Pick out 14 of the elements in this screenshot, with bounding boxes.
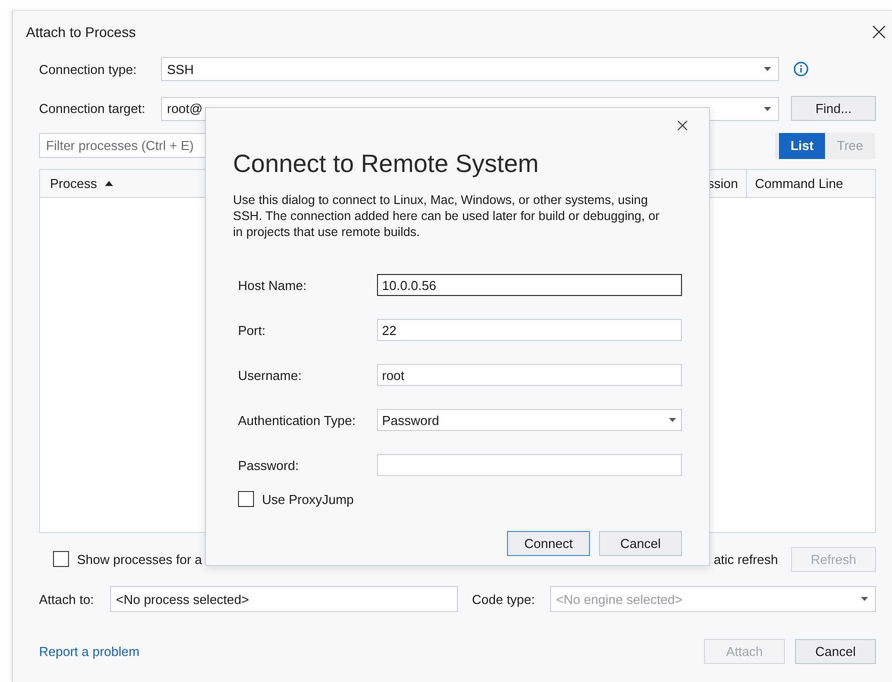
field-label: Password: [238, 458, 300, 472]
checkbox-label: Use ProxyJump [262, 492, 354, 506]
modal-description: Use this dialog to connect to Linux, Mac, Windows, or other systems, using SSH. The connection added here can be used later for build or debugging, or in projects that use remote builds. [233, 192, 660, 240]
field-label: Authentication Type: [238, 412, 357, 428]
field-label: Port: [238, 322, 266, 338]
window-title: Attach to Process [26, 24, 136, 40]
checkbox-label: atic refresh [714, 552, 778, 566]
field-label: Code type: [472, 592, 536, 606]
field-label: Attach to: [39, 592, 95, 606]
field-label: Connection type: [39, 62, 138, 76]
field-label: Host Name: [238, 278, 308, 292]
field-label: Username: [238, 368, 303, 382]
field-label: Connection target: [39, 101, 146, 116]
checkbox-label: Show processes for a [77, 552, 202, 566]
